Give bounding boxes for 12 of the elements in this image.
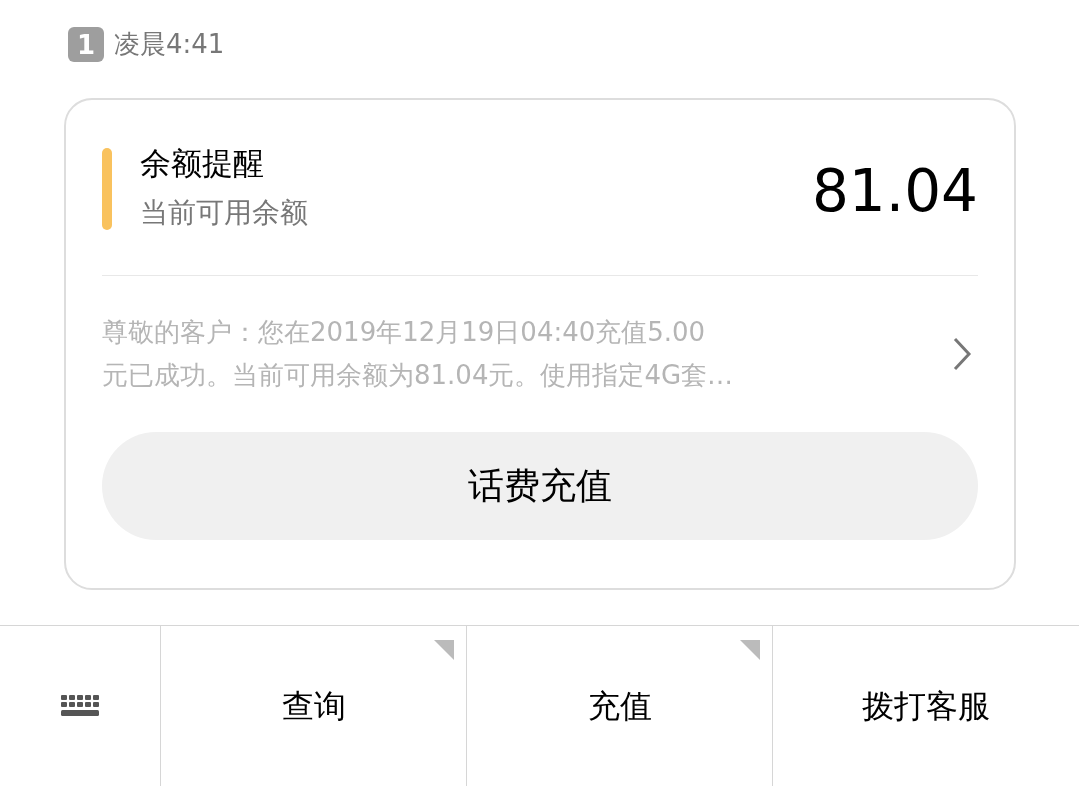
balance-amount: 81.04 <box>811 156 978 226</box>
card-subtitle: 当前可用余额 <box>140 195 308 231</box>
time-label: 凌晨4:41 <box>114 28 225 61</box>
keyboard-icon <box>61 695 99 717</box>
menu-button[interactable]: 拨打客服 <box>773 626 1079 786</box>
sim-slot-badge: 1 <box>68 27 104 62</box>
chevron-right-icon[interactable] <box>952 336 972 372</box>
menu-button[interactable]: 查询 <box>161 626 466 786</box>
recharge-button[interactable]: 话费充值 <box>102 432 978 540</box>
menu-button[interactable]: 充值 <box>467 626 772 786</box>
card-title: 余额提醒 <box>140 144 265 183</box>
notification-message: 尊敬的客户：您在2019年12月19日04:40充值5.00 元已成功。当前可用余额为81.04元。使用指定4G套… <box>102 316 734 392</box>
